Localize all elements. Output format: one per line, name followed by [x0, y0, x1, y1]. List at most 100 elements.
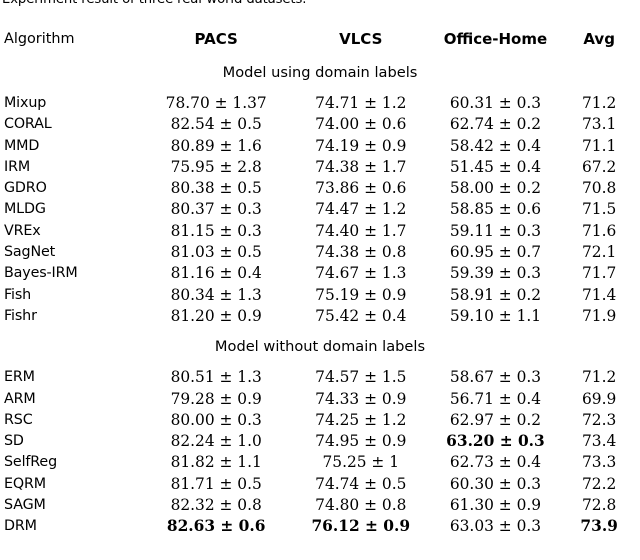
- cell-avg: 71.1: [582, 136, 617, 155]
- section-label-row: Model using domain labels: [2, 58, 638, 88]
- cell-pacs: 80.51 ± 1.3: [170, 368, 262, 387]
- column-header-avg: Avg: [583, 30, 615, 48]
- cell-algorithm-name: SD: [4, 433, 24, 450]
- rule-bottom-outer: [2, 543, 638, 548]
- cell-avg: 71.5: [582, 200, 617, 219]
- cell-algorithm-name: Fish: [4, 286, 32, 303]
- cell-avg: 73.1: [582, 115, 617, 134]
- cell-office-home: 62.97 ± 0.2: [449, 410, 542, 429]
- table-row: IRM 75.95 ± 2.8 74.38 ± 1.7 51.45 ± 0.4 67.2: [2, 157, 638, 178]
- cell-vlcs: 75.25 ± 1: [322, 453, 400, 472]
- cell-office-home: 59.10 ± 1.1: [449, 306, 542, 325]
- cell-avg: 71.2: [582, 368, 617, 387]
- cell-office-home: 59.11 ± 0.3: [449, 221, 542, 240]
- cell-avg: 73.3: [582, 453, 617, 472]
- cell-vlcs: 74.38 ± 1.7: [315, 157, 407, 176]
- cell-avg: 72.1: [582, 243, 617, 262]
- section-label-row: Model without domain labels: [2, 332, 638, 362]
- cell-algorithm-name: ARM: [4, 390, 36, 407]
- column-header-vlcs: VLCS: [339, 30, 383, 48]
- cell-vlcs: 75.19 ± 0.9: [315, 285, 407, 304]
- table-row: SagNet 81.03 ± 0.5 74.38 ± 0.8 60.95 ± 0.7 7…: [2, 242, 638, 263]
- table-row: Bayes-IRM 81.16 ± 0.4 74.67 ± 1.3 59.39 ± 0…: [2, 263, 638, 284]
- cell-office-home: 62.74 ± 0.2: [449, 115, 542, 134]
- cell-pacs: 79.28 ± 0.9: [170, 389, 262, 408]
- cell-office-home: 60.30 ± 0.3: [449, 474, 542, 493]
- table-row: SD 82.24 ± 1.0 74.95 ± 0.9 63.20 ± 0.3 73.4: [2, 431, 638, 452]
- cell-avg: 71.4: [582, 285, 617, 304]
- cell-vlcs: 74.47 ± 1.2: [315, 200, 407, 219]
- cell-pacs: 75.95 ± 2.8: [170, 157, 262, 176]
- table-header-row: Algorithm PACS VLCS Office-Home Avg: [2, 25, 638, 53]
- cell-avg: 71.2: [582, 94, 617, 112]
- cell-algorithm-name: EQRM: [4, 475, 46, 492]
- cell-pacs: 81.71 ± 0.5: [170, 474, 262, 493]
- cell-office-home: 58.00 ± 0.2: [449, 179, 542, 198]
- cell-pacs: 82.24 ± 1.0: [170, 432, 262, 451]
- cell-pacs: 81.16 ± 0.4: [170, 264, 262, 283]
- column-header-algorithm: Algorithm: [4, 31, 75, 47]
- cell-algorithm-name: SelfReg: [4, 454, 57, 471]
- table-row: RSC 80.00 ± 0.3 74.25 ± 1.2 62.97 ± 0.2 72.3: [2, 410, 638, 431]
- section-label: Model without domain labels: [214, 338, 426, 356]
- cell-office-home: 58.67 ± 0.3: [449, 368, 542, 387]
- cell-algorithm-name: VREx: [4, 222, 41, 239]
- cell-office-home: 60.31 ± 0.3: [449, 94, 542, 112]
- cell-avg: 71.6: [582, 221, 617, 240]
- cell-algorithm-name: RSC: [4, 411, 33, 428]
- cell-algorithm-name: Mixup: [4, 95, 47, 111]
- results-table-body: Algorithm PACS VLCS Office-Home Avg Model usi…: [2, 15, 638, 548]
- cell-vlcs: 74.57 ± 1.5: [315, 368, 407, 387]
- cell-algorithm-name: Bayes-IRM: [4, 265, 78, 282]
- cell-office-home: 51.45 ± 0.4: [449, 157, 542, 176]
- cell-pacs: 80.38 ± 0.5: [170, 179, 262, 198]
- cell-algorithm-name: Fishr: [4, 307, 37, 324]
- table-row: Fishr 81.20 ± 0.9 75.42 ± 0.4 59.10 ± 1.1 71…: [2, 306, 638, 327]
- cell-pacs: 82.63 ± 0.6: [166, 517, 266, 536]
- cell-office-home: 59.39 ± 0.3: [449, 264, 542, 283]
- cell-avg: 72.8: [582, 496, 617, 515]
- table-row: SelfReg 81.82 ± 1.1 75.25 ± 1 62.73 ± 0.4 73…: [2, 452, 638, 473]
- cell-pacs: 80.89 ± 1.6: [170, 136, 262, 155]
- table-row: GDRO 80.38 ± 0.5 73.86 ± 0.6 58.00 ± 0.2 70.…: [2, 178, 638, 199]
- cell-vlcs: 74.38 ± 0.8: [315, 243, 407, 262]
- cell-vlcs: 74.40 ± 1.7: [315, 221, 407, 240]
- cell-algorithm-name: ERM: [4, 369, 35, 386]
- cell-office-home: 58.42 ± 0.4: [449, 136, 542, 155]
- table-row: VREx 81.15 ± 0.3 74.40 ± 1.7 59.11 ± 0.3 71.…: [2, 221, 638, 242]
- column-header-office-home: Office-Home: [443, 30, 548, 48]
- table-row: ERM 80.51 ± 1.3 74.57 ± 1.5 58.67 ± 0.3 71.2: [2, 367, 638, 388]
- cell-office-home: 61.30 ± 0.9: [449, 496, 542, 515]
- cell-vlcs: 76.12 ± 0.9: [311, 517, 411, 536]
- cell-pacs: 80.37 ± 0.3: [170, 200, 262, 219]
- cell-algorithm-name: IRM: [4, 158, 31, 175]
- table-row: EQRM 81.71 ± 0.5 74.74 ± 0.5 60.30 ± 0.3 72.…: [2, 474, 638, 495]
- cell-vlcs: 74.33 ± 0.9: [315, 389, 407, 408]
- table-row: CORAL 82.54 ± 0.5 74.00 ± 0.6 62.74 ± 0.2 73…: [2, 114, 638, 135]
- cell-pacs: 80.00 ± 0.3: [170, 410, 262, 429]
- cell-office-home: 58.85 ± 0.6: [449, 200, 542, 219]
- cell-pacs: 80.34 ± 1.3: [170, 285, 262, 304]
- cell-office-home: 58.91 ± 0.2: [449, 285, 542, 304]
- cell-vlcs: 74.71 ± 1.2: [315, 94, 407, 112]
- cell-vlcs: 74.74 ± 0.5: [315, 474, 407, 493]
- table-row: DRM 82.63 ± 0.6 76.12 ± 0.9 63.03 ± 0.3 73.9: [2, 516, 638, 537]
- cell-algorithm-name: CORAL: [4, 116, 52, 133]
- cell-algorithm-name: DRM: [4, 518, 37, 535]
- cell-algorithm-name: MMD: [4, 137, 40, 154]
- cell-vlcs: 73.86 ± 0.6: [315, 179, 407, 198]
- cell-vlcs: 74.67 ± 1.3: [315, 264, 407, 283]
- section-label: Model using domain labels: [222, 64, 418, 81]
- cell-avg: 72.2: [582, 474, 617, 493]
- cell-pacs: 81.82 ± 1.1: [170, 453, 262, 472]
- cell-pacs: 81.15 ± 0.3: [170, 221, 262, 240]
- cell-algorithm-name: GDRO: [4, 180, 47, 197]
- cell-algorithm-name: SagNet: [4, 244, 56, 261]
- cell-pacs: 81.20 ± 0.9: [170, 306, 262, 325]
- cell-pacs: 81.03 ± 0.5: [170, 243, 262, 262]
- cell-avg: 67.2: [582, 157, 617, 176]
- cell-pacs: 82.32 ± 0.8: [170, 496, 262, 515]
- cell-algorithm-name: MLDG: [4, 201, 46, 218]
- cell-vlcs: 74.00 ± 0.6: [315, 115, 407, 134]
- table-row: MMD 80.89 ± 1.6 74.19 ± 0.9 58.42 ± 0.4 71.1: [2, 136, 638, 157]
